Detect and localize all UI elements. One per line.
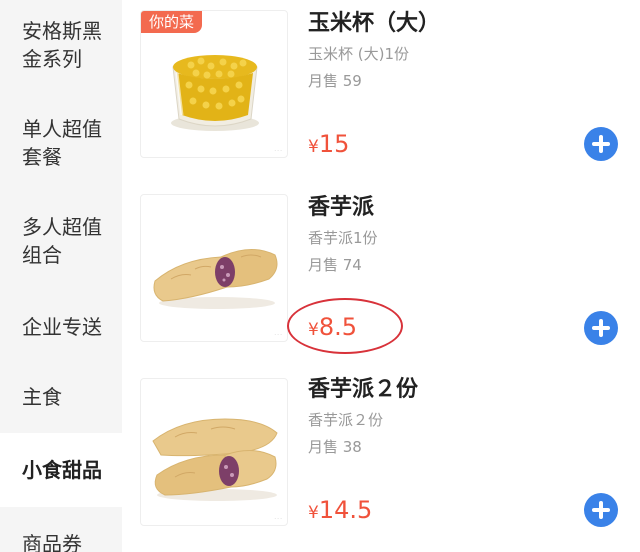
sidebar-item-label: 安格斯黑 金系列 xyxy=(22,19,102,71)
taro-pie-double-icon xyxy=(152,418,278,501)
product-desc: 香芋派1份 xyxy=(308,229,378,247)
annotation-circle xyxy=(287,298,403,354)
monthly-sales: 月售 74 xyxy=(308,256,362,274)
monthly-sales: 月售 59 xyxy=(308,72,362,90)
image-watermark: ··· xyxy=(274,148,283,155)
sidebar-item-group-combo[interactable]: 多人超值 组合 xyxy=(0,196,122,286)
product-desc: 玉米杯 (大)1份 xyxy=(308,45,410,63)
image-watermark: ··· xyxy=(274,516,283,523)
sidebar-item-main[interactable]: 主食 xyxy=(0,366,122,428)
sidebar-item-snacks[interactable]: 小食甜品 xyxy=(0,433,122,507)
taro-pie-icon xyxy=(153,249,278,309)
product-image[interactable]: ··· xyxy=(140,194,288,342)
product-name: 香芋派 xyxy=(308,195,375,220)
product-price: ¥14.5 xyxy=(308,496,373,524)
image-watermark: ··· xyxy=(274,332,283,339)
sidebar-item-label: 小食甜品 xyxy=(22,458,102,482)
sidebar-item-label: 主食 xyxy=(22,385,62,409)
product-name: 香芋派２份 xyxy=(308,377,419,402)
product-name: 玉米杯（大） xyxy=(308,11,441,36)
category-sidebar: 安格斯黑 金系列 单人超值 套餐 多人超值 组合 企业专送 主食 小食甜品 商品… xyxy=(0,0,122,552)
product-image[interactable]: ··· xyxy=(140,378,288,526)
sidebar-item-label: 单人超值 套餐 xyxy=(22,117,102,169)
add-to-cart-button[interactable] xyxy=(584,127,618,161)
sidebar-item-single-meal[interactable]: 单人超值 套餐 xyxy=(0,98,122,188)
sidebar-item-enterprise[interactable]: 企业专送 xyxy=(0,296,122,358)
sidebar-item-label: 商品券 xyxy=(22,532,82,552)
product-desc: 香芋派２份 xyxy=(308,411,384,429)
product-card[interactable]: 你的菜 ··· 玉米杯（大） 玉米杯 (大)1份 月售 59 ¥15 xyxy=(122,0,640,180)
recommend-badge: 你的菜 xyxy=(141,11,203,33)
add-to-cart-button[interactable] xyxy=(584,311,618,345)
sidebar-item-angus[interactable]: 安格斯黑 金系列 xyxy=(0,0,122,90)
monthly-sales: 月售 38 xyxy=(308,438,362,456)
sidebar-item-label: 企业专送 xyxy=(22,315,102,339)
product-image[interactable]: 你的菜 ··· xyxy=(140,10,288,158)
product-price: ¥15 xyxy=(308,130,350,158)
corn-cup-icon xyxy=(171,55,259,131)
sidebar-item-label: 多人超值 组合 xyxy=(22,215,102,267)
sidebar-item-coupons[interactable]: 商品券 xyxy=(0,520,122,552)
add-to-cart-button[interactable] xyxy=(584,493,618,527)
product-card[interactable]: ··· 香芋派２份 香芋派２份 月售 38 ¥14.5 xyxy=(122,368,640,548)
